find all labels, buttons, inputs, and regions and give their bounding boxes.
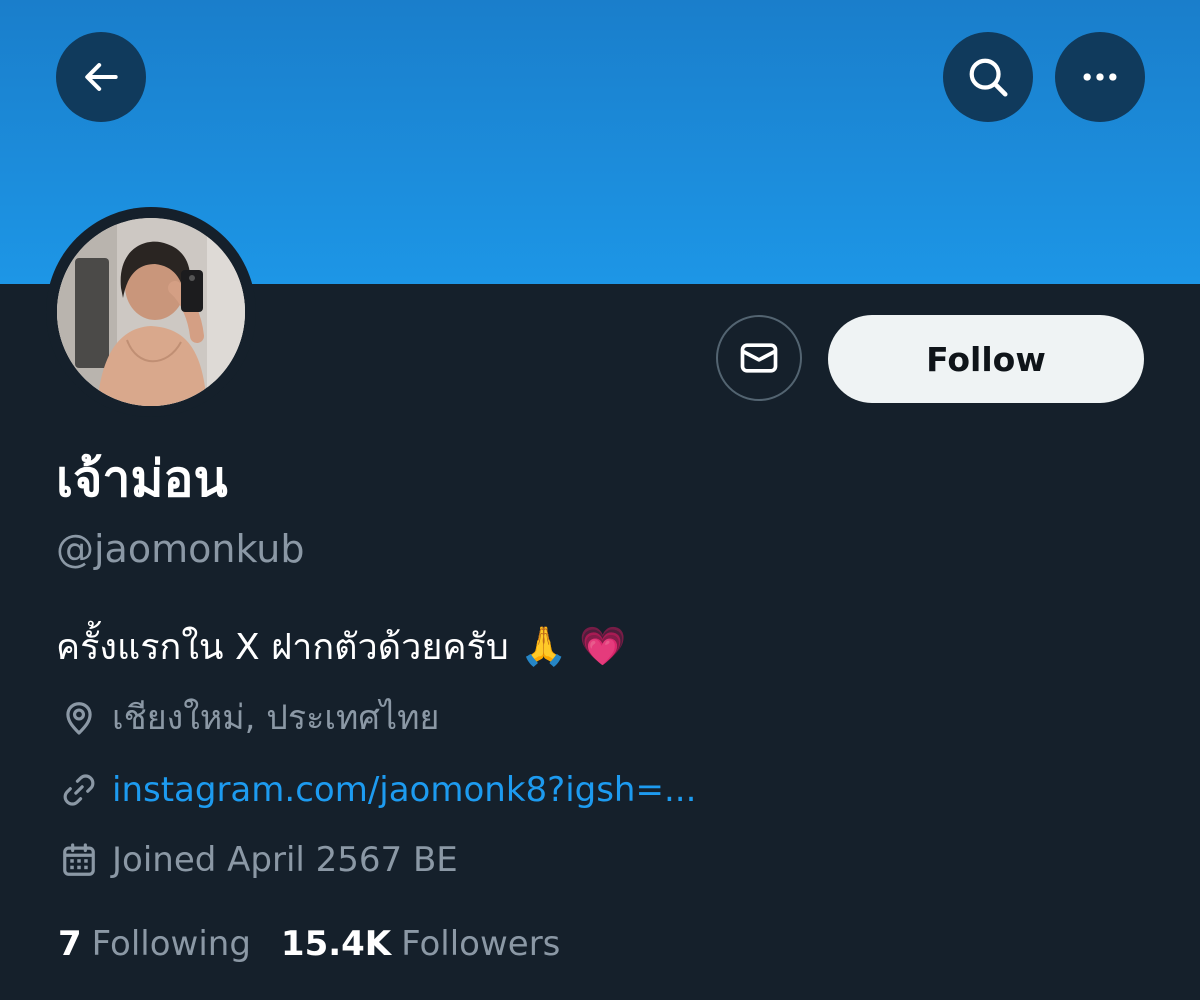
following-count: 7	[58, 924, 82, 964]
more-horizontal-icon	[1083, 73, 1117, 81]
avatar-frame[interactable]	[46, 207, 256, 417]
display-name: เจ้าม่อน	[56, 450, 228, 508]
envelope-icon	[740, 343, 778, 373]
following-stat[interactable]: 7 Following	[58, 924, 251, 964]
user-handle: @jaomonkub	[56, 527, 305, 571]
bio-emoji-praying: 🙏	[520, 624, 568, 668]
calendar-icon	[58, 839, 100, 881]
followers-label: Followers	[401, 924, 561, 964]
avatar-photo	[57, 218, 245, 406]
location-pin-icon	[58, 697, 100, 739]
profile-page: Follow เจ้าม่อน @jaomonkub ครั้งแรกใน X …	[0, 0, 1200, 1000]
link-icon	[58, 769, 100, 811]
location-text: เชียงใหม่, ประเทศไทย	[112, 698, 440, 738]
followers-count: 15.4K	[280, 924, 392, 964]
search-icon	[969, 58, 1008, 97]
follow-button[interactable]: Follow	[828, 315, 1144, 403]
joined-text: Joined April 2567 BE	[112, 840, 458, 880]
avatar	[57, 218, 245, 406]
arrow-left-icon	[85, 63, 118, 91]
following-label: Following	[91, 924, 251, 964]
location-row: เชียงใหม่, ประเทศไทย	[58, 694, 439, 742]
more-button[interactable]	[1055, 32, 1145, 122]
back-button[interactable]	[56, 32, 146, 122]
bio-emoji-heart: 💗	[578, 624, 627, 668]
search-button[interactable]	[943, 32, 1033, 122]
joined-row: Joined April 2567 BE	[58, 836, 458, 884]
bio-text: ครั้งแรกใน X ฝากตัวด้วยครับ	[56, 627, 509, 668]
website-row: instagram.com/jaomonk8?igsh=...	[58, 766, 696, 814]
message-button[interactable]	[716, 315, 802, 401]
website-link[interactable]: instagram.com/jaomonk8?igsh=...	[112, 766, 696, 814]
followers-stat[interactable]: 15.4K Followers	[281, 924, 561, 964]
follow-stats: 7 Following 15.4K Followers	[58, 918, 560, 970]
bio: ครั้งแรกใน X ฝากตัวด้วยครับ 🙏 💗	[56, 620, 626, 674]
